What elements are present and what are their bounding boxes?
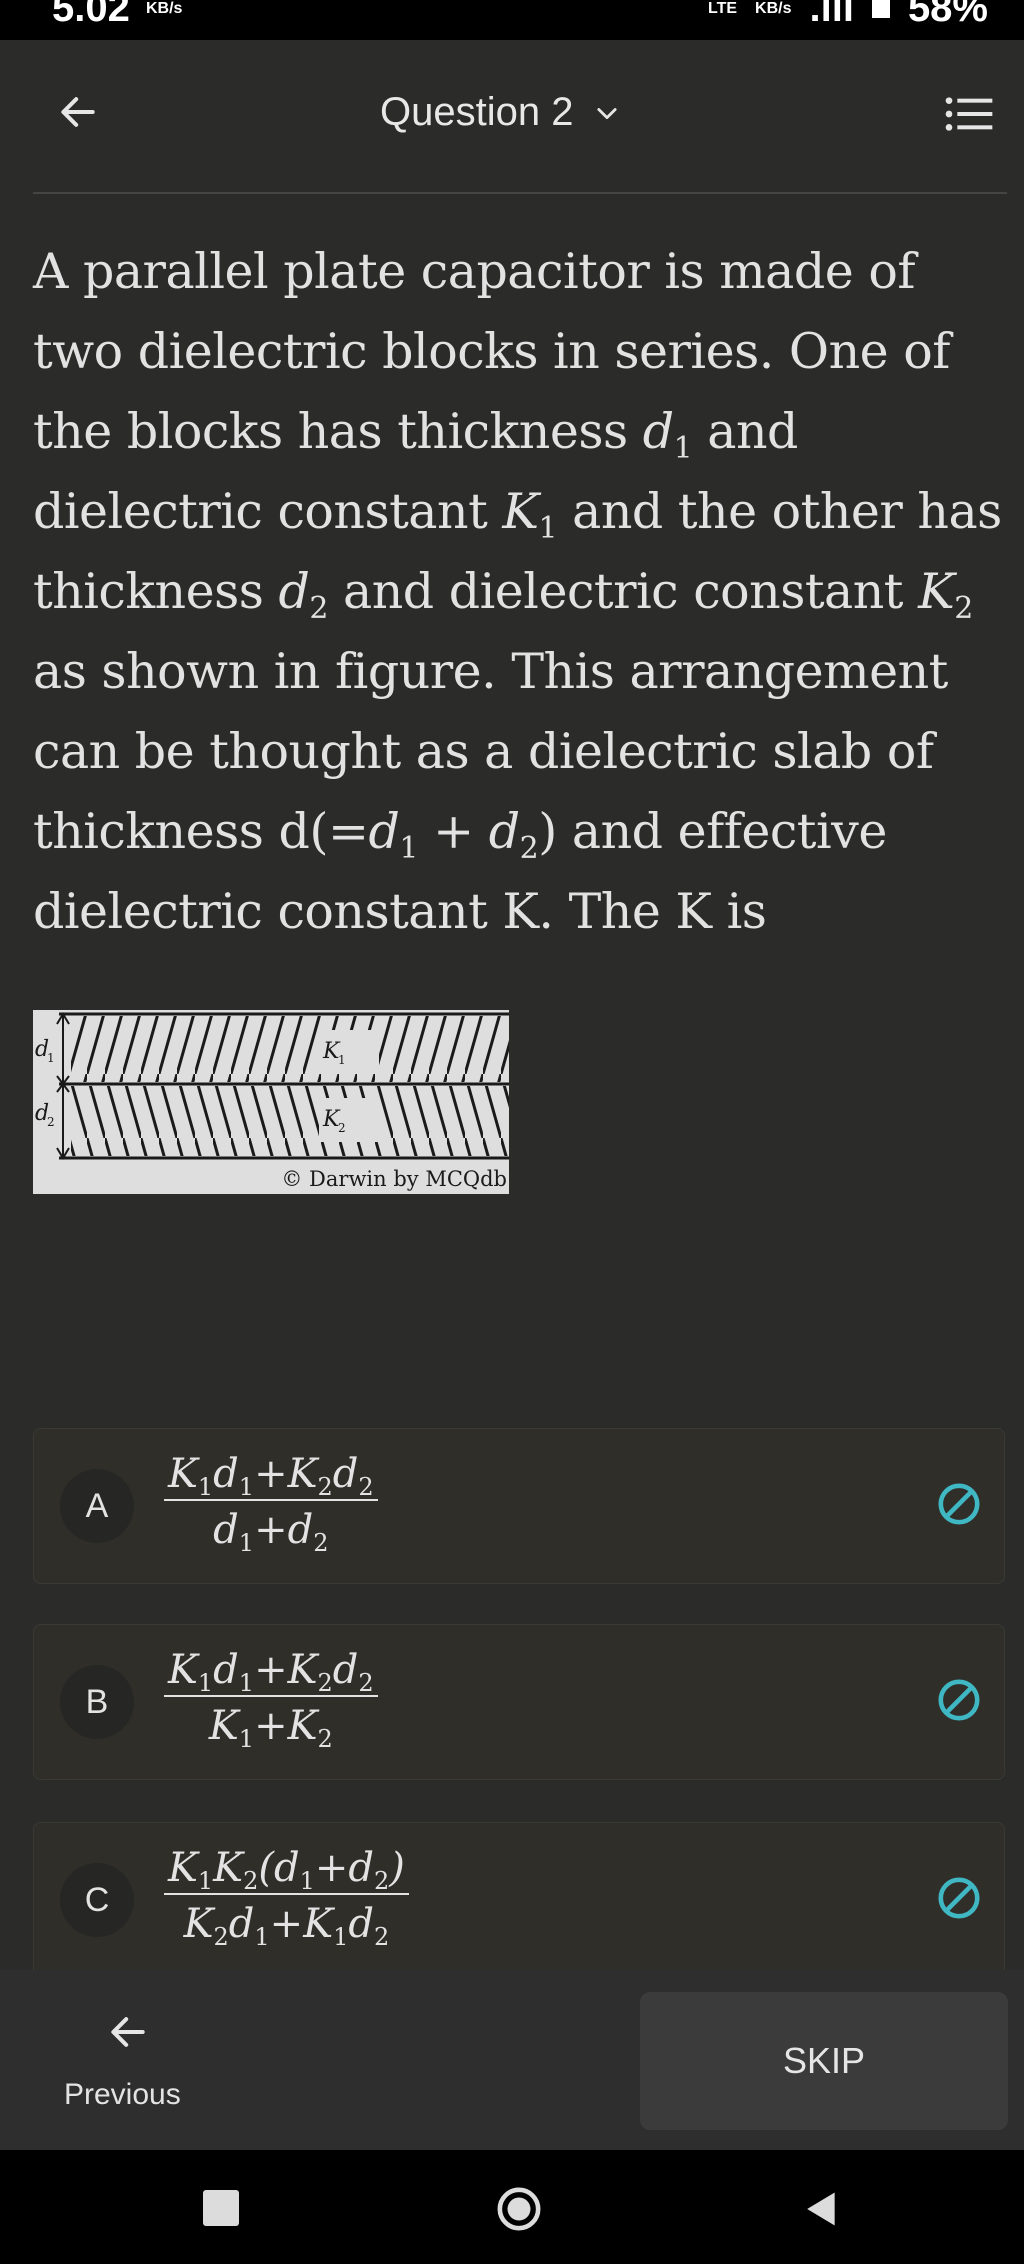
chevron-down-icon <box>597 107 618 119</box>
option-formula: K1d1+K2d2 d1+d2 <box>164 1451 378 1555</box>
label-k1-sub: 1 <box>338 1053 346 1067</box>
option-a[interactable]: A K1d1+K2d2 d1+d2 <box>33 1428 1005 1584</box>
signal-icon: .ııl <box>809 0 854 30</box>
back-triangle-icon[interactable] <box>798 2186 842 2232</box>
option-b[interactable]: B K1d1+K2d2 K1+K2 <box>33 1624 1005 1780</box>
system-nav-bar <box>0 2150 1024 2264</box>
option-formula: K1K2(d1+d2) K2d1+K1d2 <box>164 1845 409 1949</box>
home-icon[interactable] <box>496 2186 542 2232</box>
app-bar: Question 2 <box>0 40 1024 190</box>
label-k2-sub: 2 <box>338 1121 346 1135</box>
option-letter: A <box>60 1469 134 1543</box>
label-d2-sub: 2 <box>47 1115 55 1129</box>
network-type: LTE <box>708 0 738 17</box>
header-divider <box>33 192 1007 194</box>
block-icon <box>938 1679 980 1721</box>
status-right: LTE KB/s .ııl 58% <box>708 0 988 31</box>
option-c[interactable]: C K1K2(d1+d2) K2d1+K1d2 <box>33 1822 1005 1978</box>
status-bar: 5.02 KB/s LTE KB/s .ııl 58% <box>0 0 1024 40</box>
skip-button[interactable]: SKIP <box>640 1992 1008 2130</box>
list-icon[interactable] <box>944 94 994 134</box>
arrow-left-icon[interactable] <box>56 90 100 134</box>
battery-icon <box>871 0 890 18</box>
figure-watermark: © Darwin by MCQdb <box>281 1167 507 1191</box>
data-speed: 5.02 <box>52 0 130 30</box>
battery-level: 58% <box>907 0 988 30</box>
arrow-left-icon <box>111 2017 145 2047</box>
question-text: A parallel plate capacitor is made of tw… <box>33 243 1002 940</box>
recent-apps-icon[interactable] <box>203 2190 239 2226</box>
page-title: Question 2 <box>380 90 574 134</box>
data-speed-unit: KB/s <box>146 0 183 17</box>
previous-label: Previous <box>64 2078 181 2111</box>
capacitor-diagram: d 1 d 2 K 1 K 2 © Darwin by MCQdb <box>33 1010 543 1194</box>
capacitor-figure: d 1 d 2 K 1 K 2 © Darwin by MCQdb <box>33 1010 543 1194</box>
block-icon <box>938 1877 980 1919</box>
block-icon <box>938 1483 980 1525</box>
upload-speed-unit: KB/s <box>755 0 792 17</box>
bottom-panel: Previous SKIP <box>0 1970 1024 2150</box>
option-formula: K1d1+K2d2 K1+K2 <box>164 1647 378 1751</box>
option-letter: C <box>60 1863 134 1937</box>
option-letter: B <box>60 1665 134 1739</box>
question-selector[interactable]: Question 2 <box>380 90 621 135</box>
label-d1-sub: 1 <box>47 1051 55 1065</box>
